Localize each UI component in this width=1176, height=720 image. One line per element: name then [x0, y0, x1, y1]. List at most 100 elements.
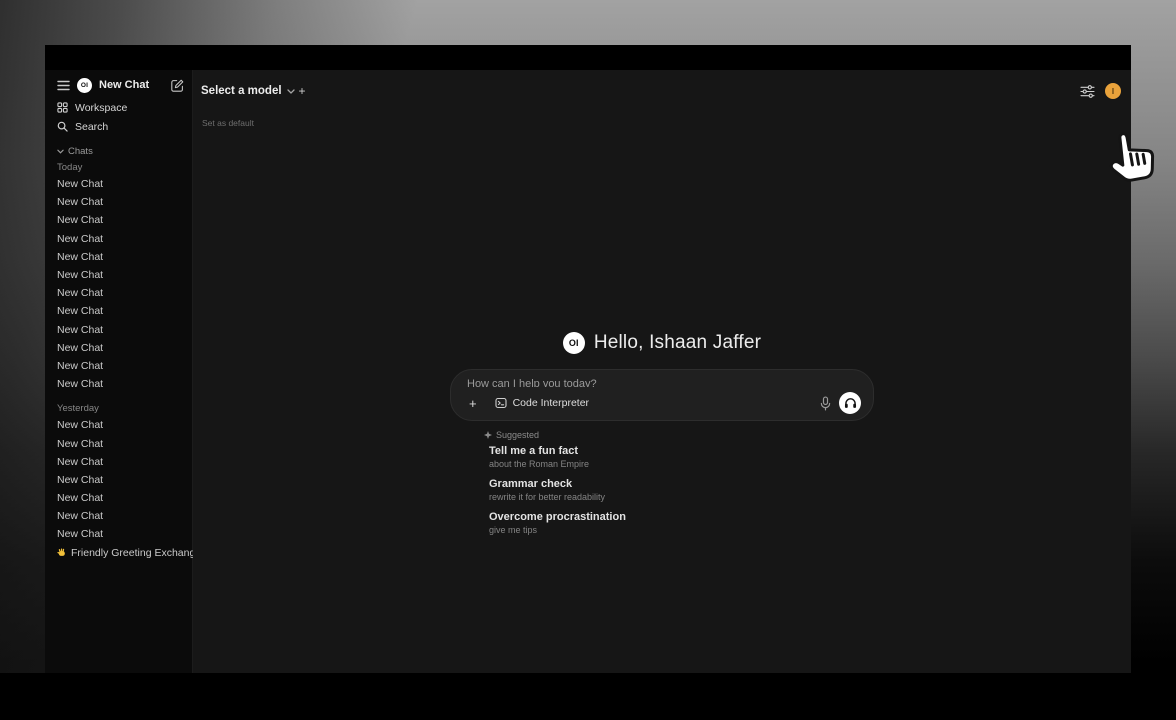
- chat-item-label: New Chat: [57, 233, 103, 245]
- section-label-today: Today: [57, 159, 184, 175]
- chat-list-item[interactable]: New Chat: [57, 416, 184, 434]
- suggested-label-text: Suggested: [496, 430, 539, 440]
- chat-list-item[interactable]: New Chat: [57, 321, 184, 339]
- chat-item-label: New Chat: [57, 378, 103, 390]
- greeting-row: OI Hello, Ishaan Jaffer: [450, 328, 874, 358]
- chat-item-label: New Chat: [57, 456, 103, 468]
- sidebar: OI New Chat Workspace Searc: [45, 70, 193, 673]
- suggested-prompt-subtitle: about the Roman Empire: [489, 459, 874, 470]
- main-area: Select a model + I Set as default: [193, 70, 1131, 673]
- chat-list-item[interactable]: New Chat: [57, 453, 184, 471]
- sidebar-title[interactable]: New Chat: [99, 79, 164, 91]
- chat-item-label: New Chat: [57, 528, 103, 540]
- video-backdrop: OI New Chat Workspace Searc: [0, 0, 1176, 720]
- logo-text: OI: [569, 338, 579, 348]
- window-titlebar: [45, 45, 1131, 70]
- suggested-prompt-subtitle: rewrite it for better readability: [489, 492, 874, 503]
- search-label: Search: [75, 121, 108, 133]
- suggested-prompt[interactable]: Tell me a fun fact about the Roman Empir…: [489, 444, 874, 470]
- chat-item-label: New Chat: [57, 360, 103, 372]
- chat-list-item[interactable]: New Chat: [57, 284, 184, 302]
- code-interpreter-toggle[interactable]: Code Interpreter: [495, 397, 589, 409]
- chat-list-item[interactable]: New Chat: [57, 193, 184, 211]
- chat-list-item[interactable]: New Chat: [57, 230, 184, 248]
- microphone-icon[interactable]: [820, 396, 831, 411]
- hand-cursor-pointer: [1103, 127, 1157, 187]
- search-icon: [57, 121, 68, 132]
- chat-item-label: New Chat: [57, 342, 103, 354]
- chat-item-label: New Chat: [57, 251, 103, 263]
- suggested-prompts: Tell me a fun fact about the Roman Empir…: [489, 444, 874, 536]
- prompt-input-card: + Code Interpreter: [450, 369, 874, 421]
- voice-call-button[interactable]: [839, 392, 861, 414]
- chat-item-label: New Chat: [57, 178, 103, 190]
- chat-item-label: New Chat: [57, 287, 103, 299]
- main-header: Select a model + I: [193, 78, 1131, 104]
- chat-item-label: New Chat: [57, 269, 103, 281]
- app-logo-icon: OI: [77, 78, 92, 93]
- chat-item-label: New Chat: [57, 305, 103, 317]
- grid-icon: [57, 102, 68, 113]
- attach-button[interactable]: +: [467, 397, 479, 410]
- chat-list-item[interactable]: New Chat: [57, 375, 184, 393]
- chevron-down-icon: [57, 149, 64, 154]
- headphones-icon: [844, 397, 857, 409]
- sidebar-toggle-icon[interactable]: [57, 80, 70, 91]
- sidebar-header: OI New Chat: [57, 72, 184, 98]
- chat-item-label: New Chat: [57, 324, 103, 336]
- suggested-prompt[interactable]: Grammar check rewrite it for better read…: [489, 477, 874, 503]
- chat-item-label: New Chat: [57, 214, 103, 226]
- chats-section-toggle[interactable]: Chats: [57, 143, 184, 159]
- chat-item-label: New Chat: [57, 438, 103, 450]
- add-model-button[interactable]: +: [299, 84, 306, 98]
- home-center-column: OI Hello, Ishaan Jaffer + Code Interpret…: [450, 328, 874, 543]
- user-avatar[interactable]: I: [1105, 83, 1121, 99]
- chat-list-today: New Chat New Chat New Chat New Chat New Chat…: [57, 175, 184, 393]
- chat-item-label: New Chat: [57, 196, 103, 208]
- named-chat-label: Friendly Greeting Exchange: [71, 547, 201, 559]
- chat-list-yesterday: New Chat New Chat New Chat New Chat New Chat…: [57, 416, 184, 543]
- suggested-header: Suggested: [484, 430, 874, 440]
- chat-list-item[interactable]: New Chat: [57, 266, 184, 284]
- section-label-yesterday: Yesterday: [57, 400, 184, 416]
- code-interpreter-icon: [495, 397, 507, 409]
- chat-list-item[interactable]: New Chat: [57, 525, 184, 543]
- chat-list-item[interactable]: New Chat: [57, 175, 184, 193]
- chat-list-item[interactable]: New Chat: [57, 507, 184, 525]
- wave-emoji-icon: [57, 548, 67, 558]
- suggested-prompt-title: Grammar check: [489, 477, 874, 492]
- chat-list-item[interactable]: New Chat: [57, 339, 184, 357]
- new-chat-icon[interactable]: [171, 79, 184, 92]
- suggested-prompt[interactable]: Overcome procrastination give me tips: [489, 510, 874, 536]
- suggested-prompt-subtitle: give me tips: [489, 525, 874, 536]
- app-logo-icon: OI: [563, 332, 585, 354]
- chat-list-item[interactable]: New Chat: [57, 302, 184, 320]
- settings-sliders-icon[interactable]: [1080, 85, 1095, 98]
- sidebar-item-workspace[interactable]: Workspace: [57, 98, 184, 117]
- chat-item-label: New Chat: [57, 474, 103, 486]
- chat-list-item[interactable]: New Chat: [57, 248, 184, 266]
- sidebar-item-search[interactable]: Search: [57, 117, 184, 136]
- chat-list-item[interactable]: New Chat: [57, 471, 184, 489]
- suggested-prompt-title: Tell me a fun fact: [489, 444, 874, 459]
- chat-list-item[interactable]: New Chat: [57, 357, 184, 375]
- chat-list-item[interactable]: New Chat: [57, 489, 184, 507]
- prompt-input[interactable]: [467, 378, 861, 387]
- model-selector-label: Select a model: [201, 85, 282, 97]
- greeting-text: Hello, Ishaan Jaffer: [594, 332, 761, 354]
- code-interpreter-label: Code Interpreter: [513, 397, 589, 409]
- chat-list-item[interactable]: New Chat: [57, 434, 184, 452]
- chat-item-label: New Chat: [57, 492, 103, 504]
- logo-text: OI: [81, 82, 88, 89]
- chat-list-item-named[interactable]: Friendly Greeting Exchange: [57, 544, 184, 562]
- chat-item-label: New Chat: [57, 510, 103, 522]
- set-default-link[interactable]: Set as default: [202, 118, 254, 128]
- pencil-spark-icon: [484, 431, 492, 440]
- chat-list-item[interactable]: New Chat: [57, 211, 184, 229]
- suggested-prompt-title: Overcome procrastination: [489, 510, 874, 525]
- chat-item-label: New Chat: [57, 419, 103, 431]
- avatar-initial: I: [1112, 87, 1114, 96]
- workspace-label: Workspace: [75, 102, 127, 114]
- model-selector[interactable]: Select a model: [201, 85, 295, 97]
- open-webui-window: OI New Chat Workspace Searc: [45, 45, 1131, 673]
